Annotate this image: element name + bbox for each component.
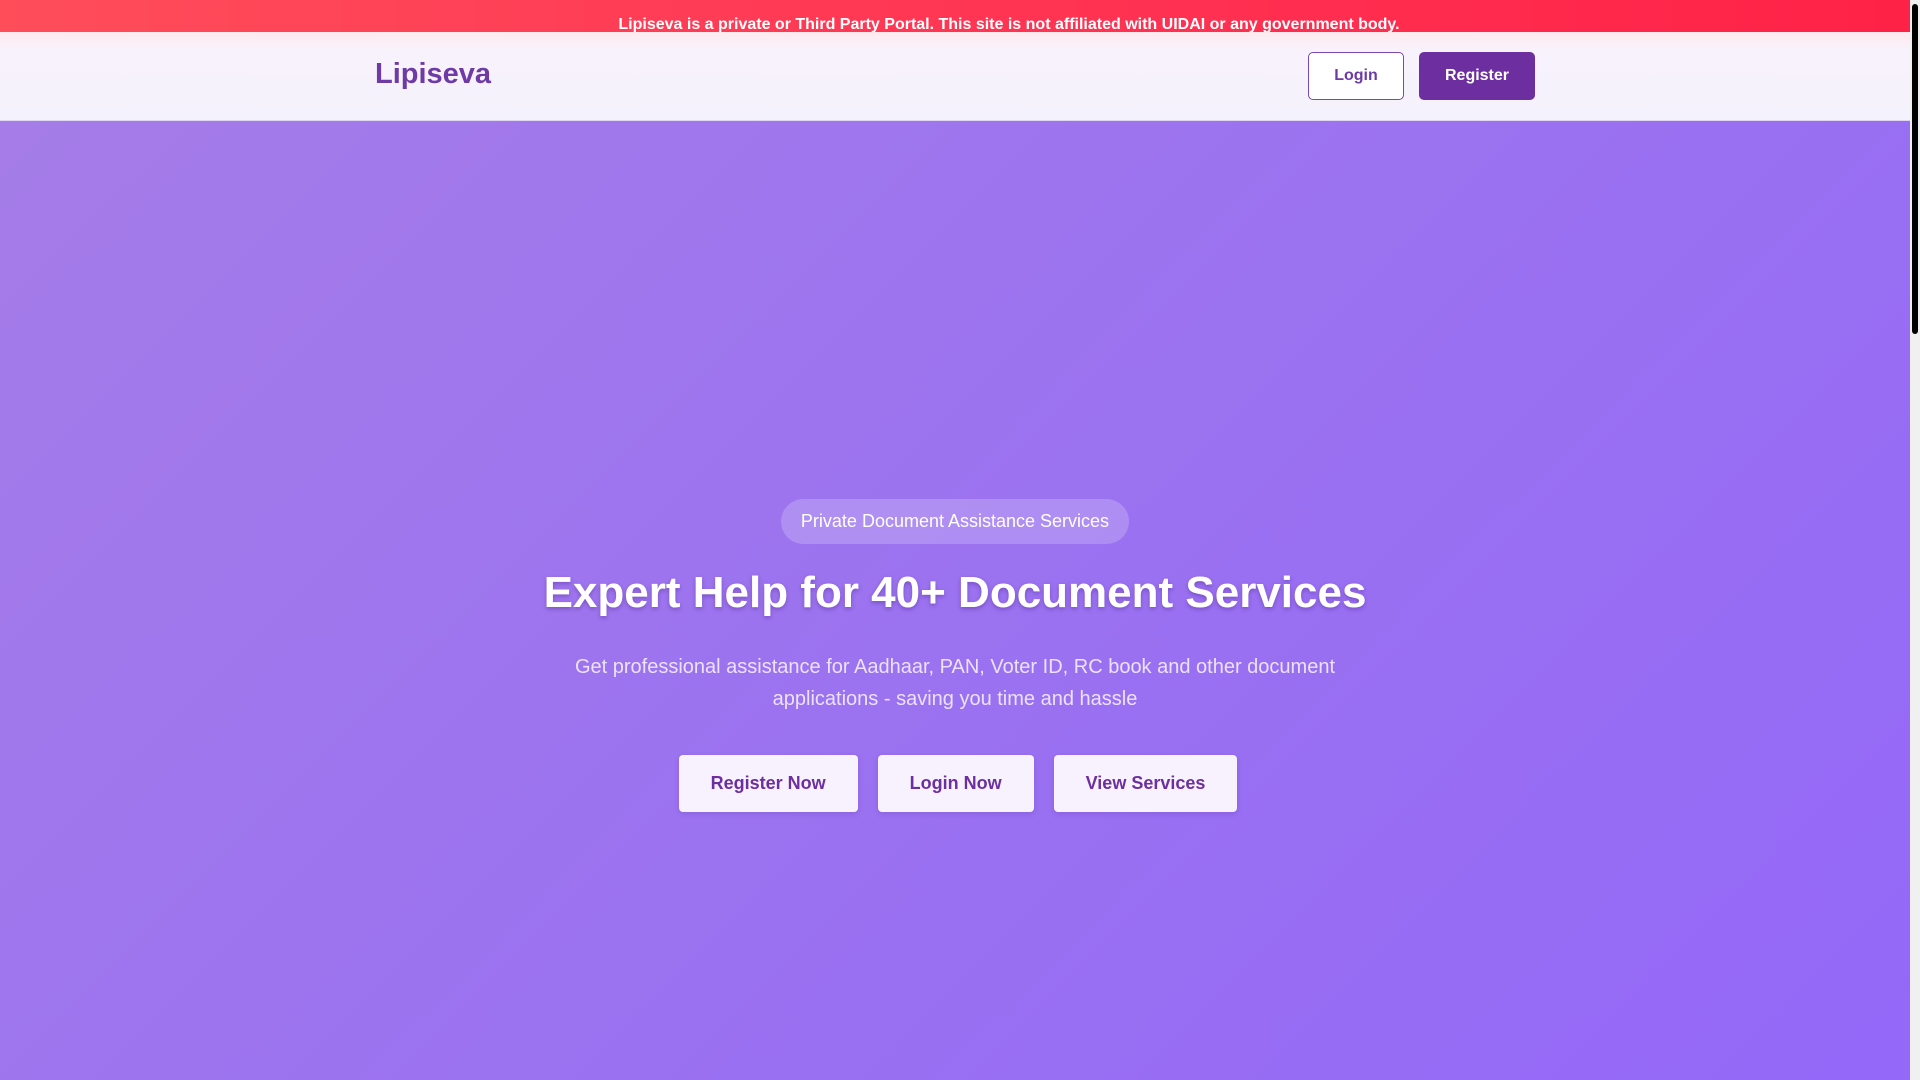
hero-title: Expert Help for 40+ Document Services [543,568,1367,617]
disclaimer-banner: Lipiseva is a private or Third Party Por… [0,0,1910,33]
register-now-button[interactable]: Register Now [678,755,858,812]
hero-actions: Register Now Login Now View Services [0,755,1910,812]
scrollbar-thumb[interactable] [1912,4,1918,334]
vertical-scrollbar[interactable] [1910,0,1920,1080]
register-button[interactable]: Register [1419,52,1535,100]
view-services-button[interactable]: View Services [1053,755,1238,812]
site-header: Lipiseva Login Register [0,32,1910,121]
page: Lipiseva is a private or Third Party Por… [0,0,1910,1080]
hero-subtitle: Get professional assistance for Aadhaar,… [574,656,1336,710]
login-now-button[interactable]: Login Now [877,755,1034,812]
hero-badge: Private Document Assistance Services [781,499,1129,544]
login-button[interactable]: Login [1308,52,1404,100]
hero-section: Private Document Assistance Services Exp… [0,121,1910,1080]
brand-logo[interactable]: Lipiseva [375,58,491,91]
